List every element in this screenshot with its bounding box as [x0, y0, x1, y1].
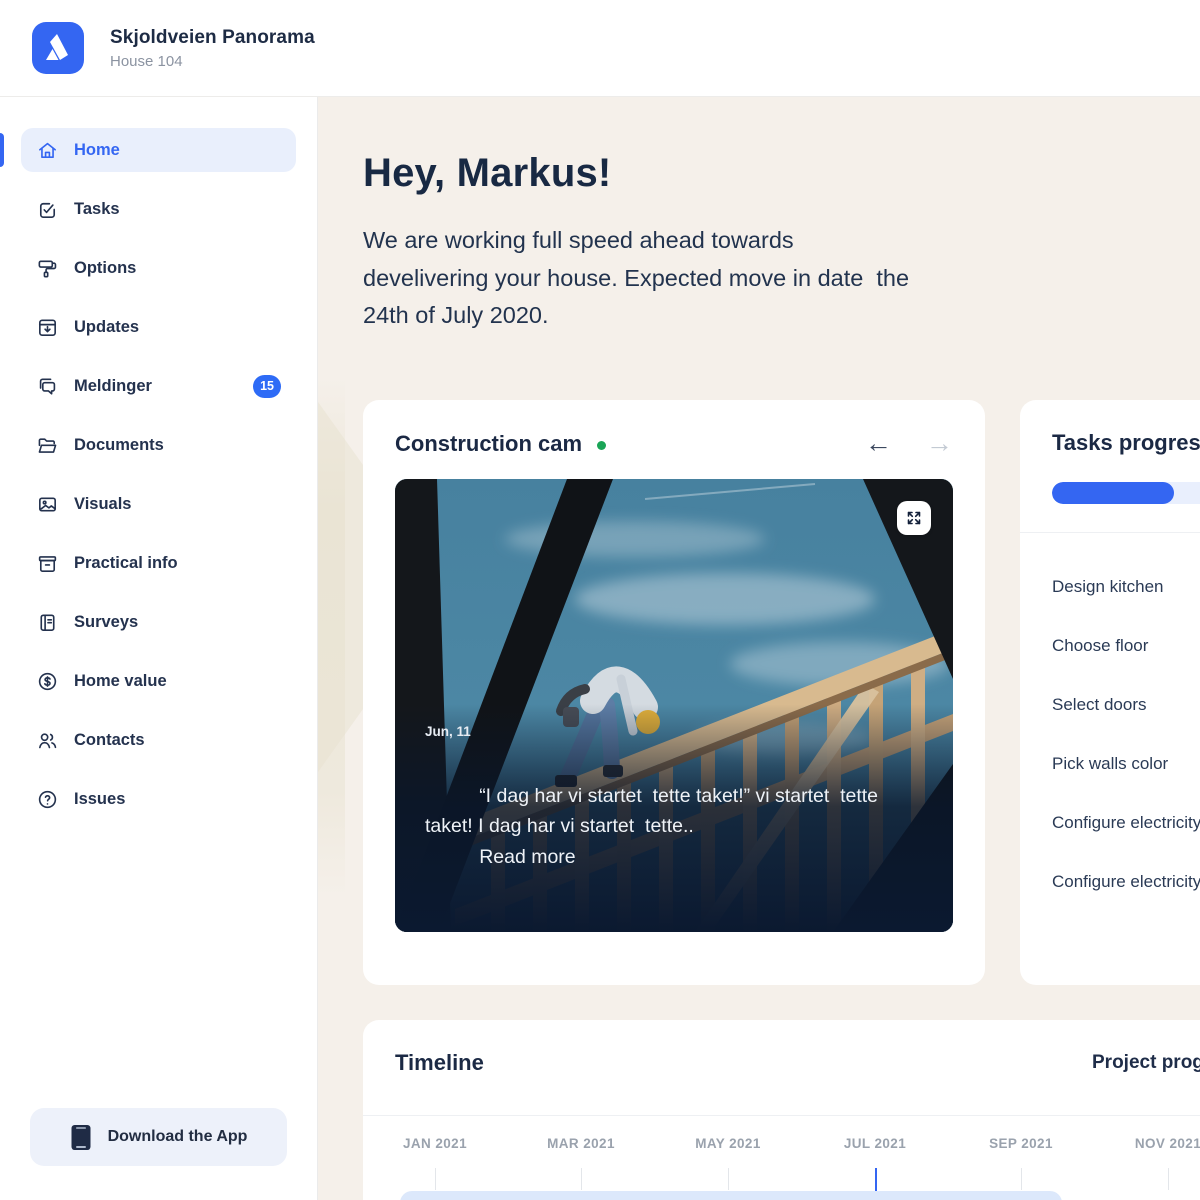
unread-count-badge: 15: [253, 374, 281, 398]
smartphone-icon: [71, 1124, 91, 1150]
sidebar-item-contacts[interactable]: Contacts: [21, 718, 296, 762]
sidebar-item-documents[interactable]: Documents: [21, 423, 296, 467]
next-photo-arrow[interactable]: →: [926, 430, 953, 457]
task-item[interactable]: Configure electricity: [1052, 793, 1200, 852]
sidebar-item-updates[interactable]: Updates: [21, 305, 296, 349]
tasks-icon: [39, 202, 56, 218]
main-content: Hey, Markus! We are working full speed a…: [318, 97, 1200, 1200]
sidebar: Home Tasks Options Updates Meldinger 15 …: [0, 97, 318, 1200]
sidebar-item-label: Documents: [74, 435, 164, 454]
active-indicator: [0, 133, 4, 167]
sidebar-item-label: Home: [74, 140, 120, 159]
timeline-month: JUL 2021: [843, 1136, 907, 1151]
dollar-circle-icon: [38, 672, 57, 690]
sidebar-item-home-value[interactable]: Home value: [21, 659, 296, 703]
timeline-tick: [1021, 1168, 1022, 1190]
timeline-month: SEP 2021: [989, 1136, 1053, 1151]
tasks-progress-track: [1052, 482, 1200, 504]
read-more-link[interactable]: Read more: [479, 846, 575, 868]
timeline-month: JAN 2021: [403, 1136, 467, 1151]
photo-caption-overlay: Jun, 11 “I dag har vi startet tette take…: [395, 703, 953, 932]
timeline-tick: [1168, 1168, 1169, 1190]
timeline-tick: [581, 1168, 582, 1190]
sidebar-item-label: Meldinger: [74, 376, 152, 395]
project-title: Skjoldveien Panorama: [110, 26, 315, 48]
sidebar-item-tasks[interactable]: Tasks: [21, 187, 296, 231]
archive-box-icon: [38, 555, 57, 572]
expand-photo-button[interactable]: [897, 501, 931, 535]
sidebar-item-label: Updates: [74, 317, 140, 336]
timeline-tick: [728, 1168, 729, 1190]
greeting-section: Hey, Markus! We are working full speed a…: [363, 151, 923, 335]
people-icon: [39, 732, 57, 748]
download-app-label: Download the App: [107, 1128, 248, 1145]
construction-cam-title: Construction cam: [395, 430, 583, 456]
task-item[interactable]: Select doors: [1052, 675, 1200, 734]
sidebar-item-surveys[interactable]: Surveys: [21, 600, 296, 644]
task-item[interactable]: Choose floor: [1052, 616, 1200, 675]
sidebar-item-practical-info[interactable]: Practical info: [21, 541, 296, 585]
sidebar-item-issues[interactable]: Issues: [21, 777, 296, 821]
app-header: Skjoldveien Panorama House 104: [0, 0, 1200, 97]
project-timeline-bar[interactable]: [400, 1191, 1062, 1200]
chat-bubbles-icon: [39, 377, 56, 395]
timeline-card: Timeline Project progress JAN 2021 MAR 2…: [363, 1020, 1200, 1200]
construction-cam-photo: Jun, 11 “I dag har vi startet tette take…: [395, 479, 953, 932]
sidebar-item-options[interactable]: Options: [21, 246, 296, 290]
tasks-progress-title: Tasks progress: [1052, 430, 1200, 455]
updates-box-icon: [39, 318, 56, 336]
sidebar-item-home[interactable]: Home: [21, 128, 296, 172]
sidebar-item-meldinger[interactable]: Meldinger 15: [21, 364, 296, 408]
sidebar-item-label: Surveys: [74, 612, 139, 631]
task-item[interactable]: Design kitchen: [1052, 557, 1200, 616]
construction-cam-card: Construction cam ← → Jun, 11 “I dag har …: [363, 400, 985, 985]
home-icon: [39, 142, 56, 158]
tasks-progress-card: Tasks progress Design kitchen Choose flo…: [1020, 400, 1200, 985]
app-logo-icon: [32, 22, 84, 74]
sidebar-item-visuals[interactable]: Visuals: [21, 482, 296, 526]
live-status-dot: [597, 440, 607, 450]
tasks-progress-fill: [1052, 482, 1175, 504]
image-icon: [39, 496, 56, 512]
project-progress-label: Project progress: [1092, 1052, 1200, 1073]
prev-photo-arrow[interactable]: ←: [865, 430, 892, 457]
timeline-month: NOV 2021: [1134, 1136, 1200, 1151]
project-subtitle: House 104: [110, 52, 183, 70]
timeline-month: MAY 2021: [695, 1136, 761, 1151]
sidebar-item-label: Home value: [74, 671, 167, 690]
journal-icon: [40, 613, 55, 631]
expand-icon: [907, 511, 921, 525]
sidebar-item-label: Issues: [74, 789, 126, 808]
greeting-title: Hey, Markus!: [363, 151, 612, 195]
download-app-button[interactable]: Download the App: [30, 1108, 287, 1166]
folder-icon: [38, 437, 57, 453]
question-circle-icon: [38, 790, 57, 808]
sidebar-item-label: Tasks: [74, 199, 120, 218]
divider: [1020, 532, 1200, 533]
task-item[interactable]: Configure electricity: [1052, 852, 1200, 911]
photo-caption-text: “I dag har vi startet tette taket!” vi s…: [425, 785, 884, 838]
timeline-title: Timeline: [395, 1050, 484, 1075]
task-item[interactable]: Pick walls color: [1052, 734, 1200, 793]
sidebar-item-label: Visuals: [74, 494, 132, 513]
greeting-body: We are working full speed ahead towards …: [363, 227, 916, 329]
sidebar-item-label: Contacts: [74, 730, 145, 749]
sidebar-item-label: Options: [74, 258, 137, 277]
paint-roller-icon: [38, 259, 57, 277]
timeline-tick: [435, 1168, 436, 1190]
sidebar-item-label: Practical info: [74, 553, 178, 572]
photo-date: Jun, 11: [425, 723, 471, 739]
divider: [363, 1115, 1200, 1116]
timeline-month: MAR 2021: [547, 1136, 615, 1151]
